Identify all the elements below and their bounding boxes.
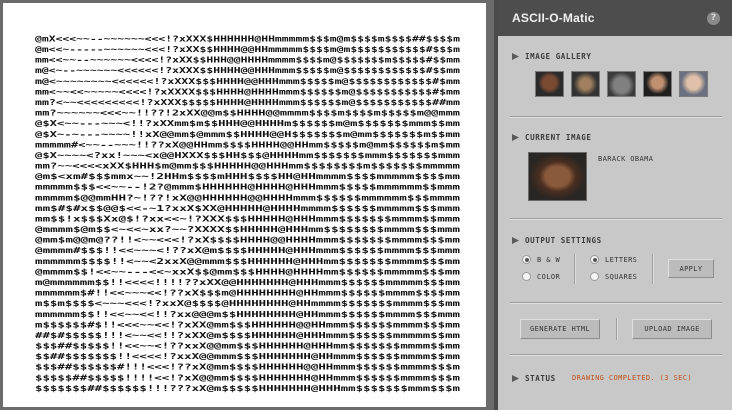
upload-image-button[interactable]: UPLOAD IMAGE [632, 319, 712, 339]
gallery-thumbnail[interactable] [643, 71, 672, 97]
apply-button[interactable]: APPLY [668, 259, 714, 278]
divider [510, 218, 722, 220]
ascii-row: @$X<~~---~~~<!!?xXXmm$m$$HHH@@HHHHm$$$$$… [35, 119, 460, 128]
ascii-row: @mX<<<~~--~~~~~~<<<!?xXXX$HHHHHH@HHmmmmm… [35, 34, 460, 43]
app-title: ASCII-O-Matic [512, 11, 595, 25]
ascii-row: @mm$m@@m@??!!<~~<<<!?xX$$$$HHHH@@HHHHmmm… [35, 236, 460, 245]
ascii-row: mmmmm$@@mmHH?~!??!xX@@HHHHHH@@HHHHmmm$$$… [35, 193, 460, 202]
radio-button-selected[interactable] [590, 255, 599, 264]
ascii-row: mmmmmm$#!!<<~~~<<!??xX$$$m@HHHHHHHH@HHmm… [35, 289, 460, 298]
ascii-row: m@mmmmmm$$!!<<<<!!!!??xXX@@HHHHHHH@HHHmm… [35, 278, 460, 287]
arrow-icon [512, 237, 519, 244]
arrow-icon [512, 53, 519, 60]
generate-html-button[interactable]: GENERATE HTML [520, 319, 600, 339]
ascii-row: mm?~~~~~~<<<~~!!??!2xXX@@m$$HHHH@@mmmm$$… [35, 109, 460, 118]
divider [510, 354, 722, 356]
ascii-row: @$X~-~---~~~~!!xX@@mm$@mmm$$HHHH@@H$$$$$… [35, 130, 460, 139]
ascii-row: mm$$!x$$$Xx@$!?xx<<~!?XXX$$$HHHHH@HHHmmm… [35, 214, 460, 223]
divider [510, 116, 722, 118]
radio-button-selected[interactable] [522, 255, 531, 264]
radio-button[interactable] [590, 272, 599, 281]
control-panel: ASCII-O-Matic ? IMAGE GALLERY CURRENT IM… [494, 0, 732, 410]
radio-letters[interactable]: LETTERS [590, 255, 637, 264]
ascii-row: m$$m$$$$<~~~<<<!?xxX@$$$$@HHHHHHHH@HHmmm… [35, 299, 460, 308]
ascii-row: mmmmmm$$$$!!<~~<2xxX@@mmm$$$HHHHHH@HHHmm… [35, 257, 460, 266]
section-label: CURRENT IMAGE [525, 133, 592, 142]
ascii-row: m@<~~~~~~~~<<<<<<!?xXXX$$$HHHH@@HHHmmm$$… [35, 77, 460, 86]
section-label: IMAGE GALLERY [525, 52, 592, 61]
gallery-thumbnail[interactable] [679, 71, 708, 97]
vertical-separator [616, 318, 618, 340]
ascii-row: ##$#$$$$$!!!<~~<<!!?xXX@m$$$$HHHHHH@HHHm… [35, 331, 460, 340]
ascii-art-output: @mX<<<~~--~~~~~~<<<!?xXXX$HHHHHH@HHmmmmm… [35, 34, 460, 393]
ascii-output-paper: @mX<<<~~--~~~~~~<<<!?xXXX$HHHHHH@HHmmmmm… [3, 3, 486, 407]
gallery-thumbnail[interactable] [607, 71, 636, 97]
gallery-thumbnail[interactable] [571, 71, 600, 97]
radio-bw[interactable]: B & W [522, 255, 560, 264]
current-image-name: BARACK OBAMA [598, 155, 654, 163]
radio-button[interactable] [522, 272, 531, 281]
radio-label: LETTERS [605, 255, 638, 264]
ascii-row: @m<<~-----~~~~~~<<<!?xXX$$HHHH@@HHmmmmm$… [35, 45, 460, 54]
ascii-row: @mmmm$@m$$<~<<~xx?~~?XXXX$$HHHHH@HHHmm$$… [35, 225, 460, 234]
ascii-row: mmmmm$$$<<~~--!2?@mmm$HHHHHH@HHHH@HHHmmm… [35, 183, 460, 192]
radio-squares[interactable]: SQUARES [590, 272, 637, 281]
section-current-image: CURRENT IMAGE [512, 133, 592, 142]
ascii-row: mm<~~<<~~~~~<<<<!?xXXXX$$$HHHH@HHHHmmm$$… [35, 87, 460, 96]
ascii-row: $$$$$##$$$$$!!!!<<!?xX@@mm$$$$HHHHHHH@HH… [35, 373, 460, 382]
ascii-row: $$##$$$$$$$!!<<<<!?xxX@@mmm$$$HHHHHHH@HH… [35, 352, 460, 361]
ascii-row: @$X~~~~<?xx!~~~<x@@HXXX$$$HH$$$@HHHHmm$$… [35, 151, 460, 160]
ascii-row: m$$$$$$#$!!<<<~~<<!?xXX@mm$$$HHHHHH@@HHm… [35, 320, 460, 329]
ascii-row: $$$##$$$$$$#!!!<<<!??xX@mm$$$$HHHHHH@@HH… [35, 363, 460, 372]
ascii-canvas-area: @mX<<<~~--~~~~~~<<<!?xXXX$HHHHHH@HHmmmmm… [0, 0, 494, 410]
arrow-icon [512, 134, 519, 141]
ascii-row: mmmmmm$$!!<<~~<<!!?xx@@@m$$HHHHHHHH@HHmm… [35, 310, 460, 319]
section-output-settings: OUTPUT SETTINGS [512, 236, 602, 245]
radio-label: SQUARES [605, 272, 638, 281]
ascii-row: @mmmm#$$$!!<<~~~<!??xX@m$$$$HHHHH@HHHmmm… [35, 246, 460, 255]
gallery-thumbnail[interactable] [535, 71, 564, 97]
ascii-row: @mmmm$$!<<~~---<<~xxX$$@mm$$$HHHH@HHHHmm… [35, 267, 460, 276]
thumbnail-strip [535, 71, 708, 97]
section-label: OUTPUT SETTINGS [525, 236, 602, 245]
ascii-row: m@<~--~~~~~~<<<<<<!?xXXX$$HHHH@@HHHmmm$$… [35, 66, 460, 75]
current-image-preview [528, 152, 587, 201]
radio-color[interactable]: COLOR [522, 272, 560, 281]
ascii-row: mm$#$#x$$@@$<<-~1?xxX$XX@HHHHH@HHHHmmmm$… [35, 204, 460, 213]
status-message: DRAWING COMPLETED. (3 SEC) [572, 374, 692, 382]
help-icon[interactable]: ? [707, 11, 720, 25]
titlebar: ASCII-O-Matic ? [498, 0, 732, 36]
vertical-separator [652, 254, 654, 284]
section-image-gallery: IMAGE GALLERY [512, 52, 592, 61]
ascii-row: $$$##$$$$$!!<<~~<!??xxX@@mm$$$HHHHHH@HHH… [35, 342, 460, 351]
section-status: STATUS [512, 374, 556, 383]
section-label: STATUS [525, 374, 556, 383]
ascii-row: $$$$$$$##$$$$$$!!!???xX@m$$$$$HHHHHHH@HH… [35, 384, 460, 393]
vertical-separator [574, 254, 576, 284]
ascii-row: mmmmm#<~~--~~~!!??xX@@HHmm$$$$HHHH@@HHmm… [35, 140, 460, 149]
divider [510, 302, 722, 304]
ascii-row: mm<<~~--~~~~~~<<<<!?xXX$$HHH@@HHHHmmmm$$… [35, 56, 460, 65]
arrow-icon [512, 375, 519, 382]
ascii-row: mm?~~<<<<xXX$HHH$m@mm$$$HHHHH@@HHHmm$$$$… [35, 162, 460, 171]
ascii-row: @m$<xm#$$$mmx~~!2HHm$$$$mHHH$$$$HH@HHmmm… [35, 172, 460, 181]
ascii-row: mm?<~~<<<<<<<<<!?xXXX$$$$$HHHH@HHHHmmm$$… [35, 98, 460, 107]
radio-label: COLOR [537, 272, 561, 281]
radio-label: B & W [537, 255, 561, 264]
